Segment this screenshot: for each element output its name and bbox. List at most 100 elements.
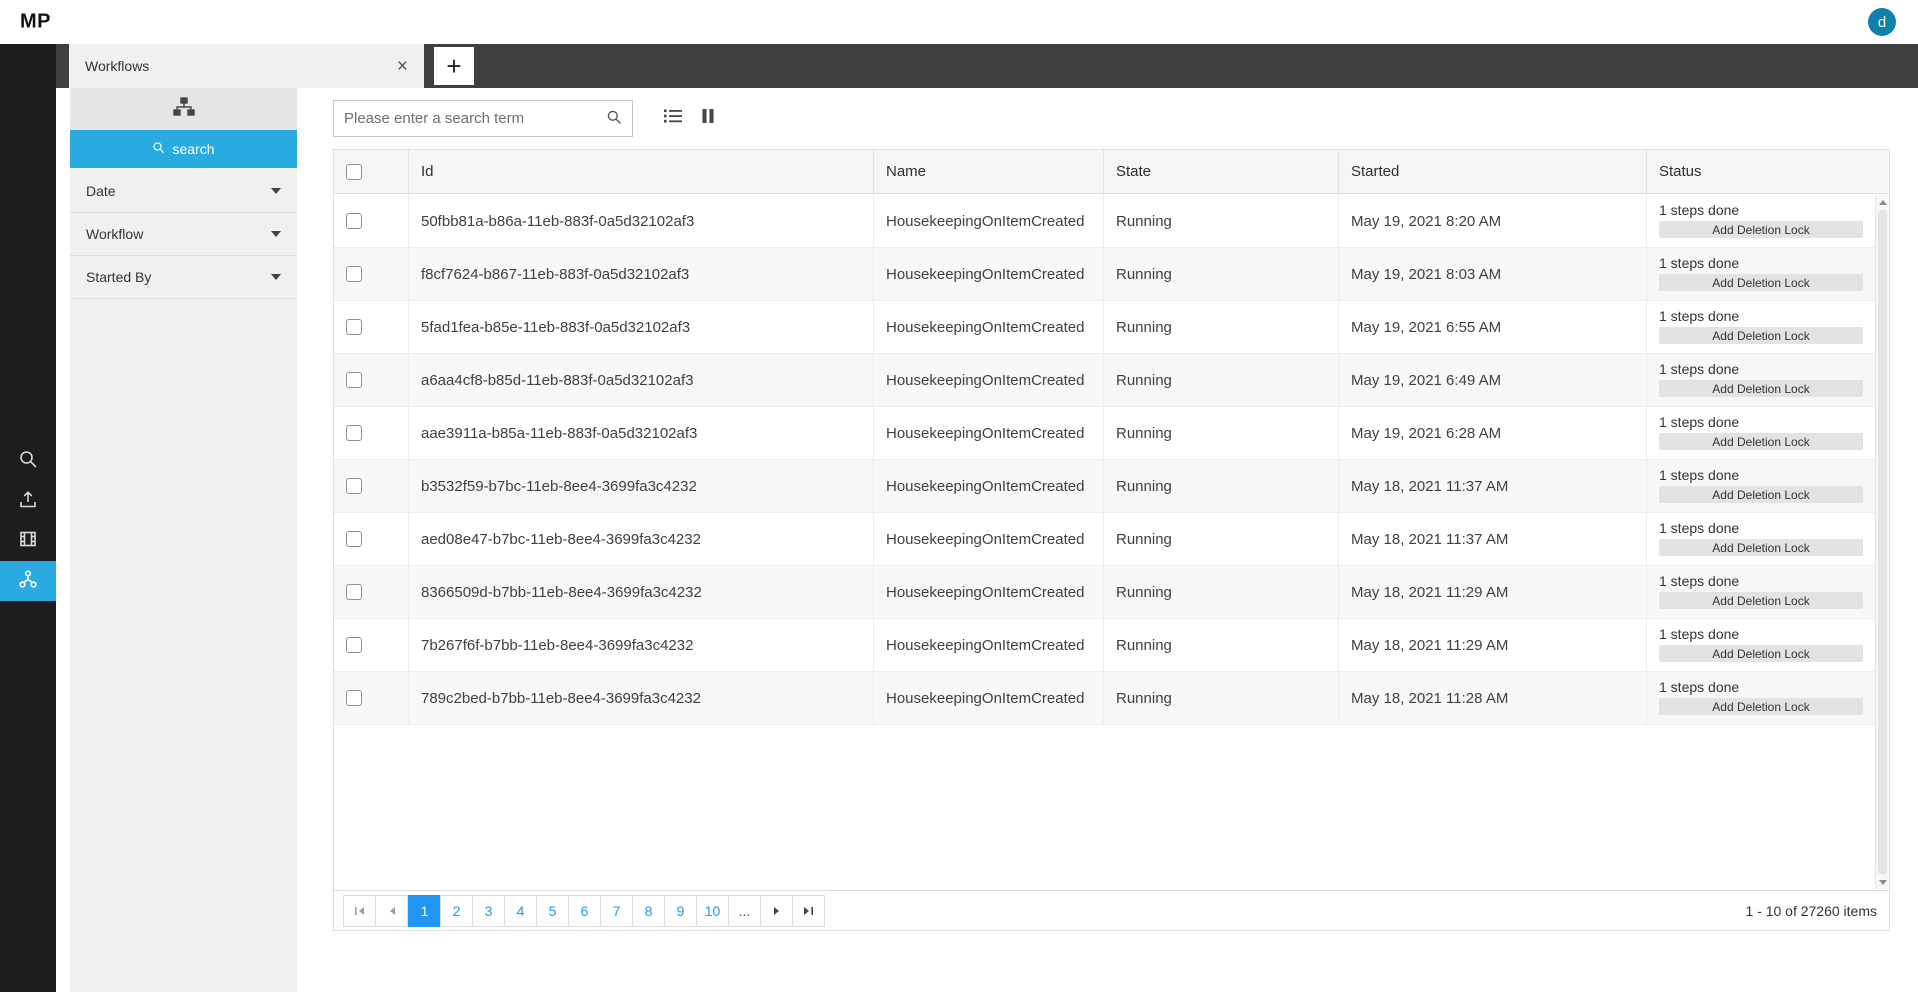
user-avatar[interactable]: d [1868, 8, 1896, 36]
app-logo[interactable]: MP [20, 11, 51, 34]
table-row[interactable]: 7b267f6f-b7bb-11eb-8ee4-3699fa3c4232 Hou… [334, 619, 1875, 672]
cell-started: May 18, 2021 11:37 AM [1339, 460, 1647, 512]
column-header-started[interactable]: Started [1339, 150, 1647, 193]
scroll-up-icon[interactable] [1876, 195, 1889, 209]
table-row[interactable]: 50fbb81a-b86a-11eb-883f-0a5d32102af3 Hou… [334, 195, 1875, 248]
filter-section-started-by[interactable]: Started By [70, 256, 297, 299]
page-button-8[interactable]: 8 [632, 894, 665, 927]
sidebar-item-media[interactable] [0, 521, 56, 561]
cell-id: 7b267f6f-b7bb-11eb-8ee4-3699fa3c4232 [409, 619, 874, 671]
scroll-down-icon[interactable] [1876, 875, 1889, 889]
steps-done-label: 1 steps done [1659, 308, 1740, 324]
main-content: Id Name State Started Status 50fbb81a-b8… [333, 88, 1890, 992]
cell-id: 789c2bed-b7bb-11eb-8ee4-3699fa3c4232 [409, 672, 874, 724]
search-button[interactable]: search [70, 130, 297, 168]
table-row[interactable]: f8cf7624-b867-11eb-883f-0a5d32102af3 Hou… [334, 248, 1875, 301]
cell-name: HousekeepingOnItemCreated [874, 566, 1104, 618]
row-checkbox[interactable] [346, 372, 362, 388]
first-page-button[interactable] [343, 894, 376, 927]
cell-select [334, 566, 409, 618]
row-checkbox[interactable] [346, 478, 362, 494]
cell-status: 1 steps done Add Deletion Lock [1647, 354, 1875, 406]
pager-more-button[interactable]: ... [728, 894, 761, 927]
page-button-4[interactable]: 4 [504, 894, 537, 927]
cell-name: HousekeepingOnItemCreated [874, 248, 1104, 300]
column-header-state[interactable]: State [1104, 150, 1339, 193]
row-checkbox[interactable] [346, 425, 362, 441]
list-view-button[interactable] [663, 108, 683, 129]
pause-button[interactable] [701, 108, 715, 129]
cell-status: 1 steps done Add Deletion Lock [1647, 301, 1875, 353]
column-header-select [334, 150, 409, 193]
cell-name: HousekeepingOnItemCreated [874, 460, 1104, 512]
page-button-10[interactable]: 10 [696, 894, 729, 927]
sidebar-item-workflows[interactable] [0, 561, 56, 601]
sidebar-item-search[interactable] [0, 441, 56, 481]
page-button-5[interactable]: 5 [536, 894, 569, 927]
table-row[interactable]: 789c2bed-b7bb-11eb-8ee4-3699fa3c4232 Hou… [334, 672, 1875, 725]
column-header-id[interactable]: Id [409, 150, 874, 193]
row-checkbox[interactable] [346, 637, 362, 653]
pager-button-group: 1 2 3 4 5 6 7 8 9 10... [343, 894, 825, 927]
sidebar-item-upload[interactable] [0, 481, 56, 521]
cell-state: Running [1104, 513, 1339, 565]
previous-page-button[interactable] [375, 894, 408, 927]
select-all-checkbox[interactable] [346, 163, 362, 180]
vertical-scrollbar[interactable] [1875, 195, 1889, 889]
page-button-2[interactable]: 2 [440, 894, 473, 927]
page-button-3[interactable]: 3 [472, 894, 505, 927]
filter-section-date[interactable]: Date [70, 170, 297, 213]
steps-done-label: 1 steps done [1659, 679, 1740, 695]
cell-state: Running [1104, 195, 1339, 247]
page-button-9[interactable]: 9 [664, 894, 697, 927]
filter-section-workflow[interactable]: Workflow [70, 213, 297, 256]
cell-status: 1 steps done Add Deletion Lock [1647, 195, 1875, 247]
row-checkbox[interactable] [346, 266, 362, 282]
chevron-down-icon [271, 274, 281, 280]
tab-workflows[interactable]: Workflows × [69, 44, 424, 88]
column-header-name[interactable]: Name [874, 150, 1104, 193]
row-checkbox[interactable] [346, 690, 362, 706]
row-checkbox[interactable] [346, 584, 362, 600]
cell-status: 1 steps done Add Deletion Lock [1647, 407, 1875, 459]
steps-done-label: 1 steps done [1659, 414, 1740, 430]
search-submit-button[interactable] [596, 101, 632, 136]
page-button-7[interactable]: 7 [600, 894, 633, 927]
cell-id: 8366509d-b7bb-11eb-8ee4-3699fa3c4232 [409, 566, 874, 618]
search-icon [18, 449, 38, 474]
row-checkbox[interactable] [346, 213, 362, 229]
row-checkbox[interactable] [346, 531, 362, 547]
cell-name: HousekeepingOnItemCreated [874, 195, 1104, 247]
table-row[interactable]: a6aa4cf8-b85d-11eb-883f-0a5d32102af3 Hou… [334, 354, 1875, 407]
steps-done-label: 1 steps done [1659, 467, 1740, 483]
table-row[interactable]: 8366509d-b7bb-11eb-8ee4-3699fa3c4232 Hou… [334, 566, 1875, 619]
close-icon[interactable]: × [397, 57, 408, 76]
filter-section-label: Date [86, 183, 116, 199]
cell-select [334, 301, 409, 353]
column-header-status[interactable]: Status [1647, 150, 1889, 193]
cell-started: May 19, 2021 6:28 AM [1339, 407, 1647, 459]
scrollbar-thumb[interactable] [1878, 210, 1887, 874]
search-input[interactable] [334, 110, 596, 127]
page-button-1[interactable]: 1 [408, 894, 441, 927]
steps-done-label: 1 steps done [1659, 520, 1740, 536]
cell-state: Running [1104, 407, 1339, 459]
table-row[interactable]: 5fad1fea-b85e-11eb-883f-0a5d32102af3 Hou… [334, 301, 1875, 354]
page-button-6[interactable]: 6 [568, 894, 601, 927]
cell-state: Running [1104, 619, 1339, 671]
table-row[interactable]: aed08e47-b7bc-11eb-8ee4-3699fa3c4232 Hou… [334, 513, 1875, 566]
table-row[interactable]: aae3911a-b85a-11eb-883f-0a5d32102af3 Hou… [334, 407, 1875, 460]
cell-name: HousekeepingOnItemCreated [874, 407, 1104, 459]
filter-section-list: Date Workflow Started By [70, 170, 297, 299]
last-page-button[interactable] [792, 894, 825, 927]
next-page-button[interactable] [760, 894, 793, 927]
step-progress-bar: Add Deletion Lock [1659, 274, 1863, 291]
table-row[interactable]: b3532f59-b7bc-11eb-8ee4-3699fa3c4232 Hou… [334, 460, 1875, 513]
cell-started: May 19, 2021 8:20 AM [1339, 195, 1647, 247]
chevron-down-icon [271, 231, 281, 237]
new-tab-button[interactable]: + [434, 47, 474, 85]
cell-select [334, 619, 409, 671]
row-checkbox[interactable] [346, 319, 362, 335]
hierarchy-view-button[interactable] [70, 88, 297, 130]
cell-status: 1 steps done Add Deletion Lock [1647, 619, 1875, 671]
